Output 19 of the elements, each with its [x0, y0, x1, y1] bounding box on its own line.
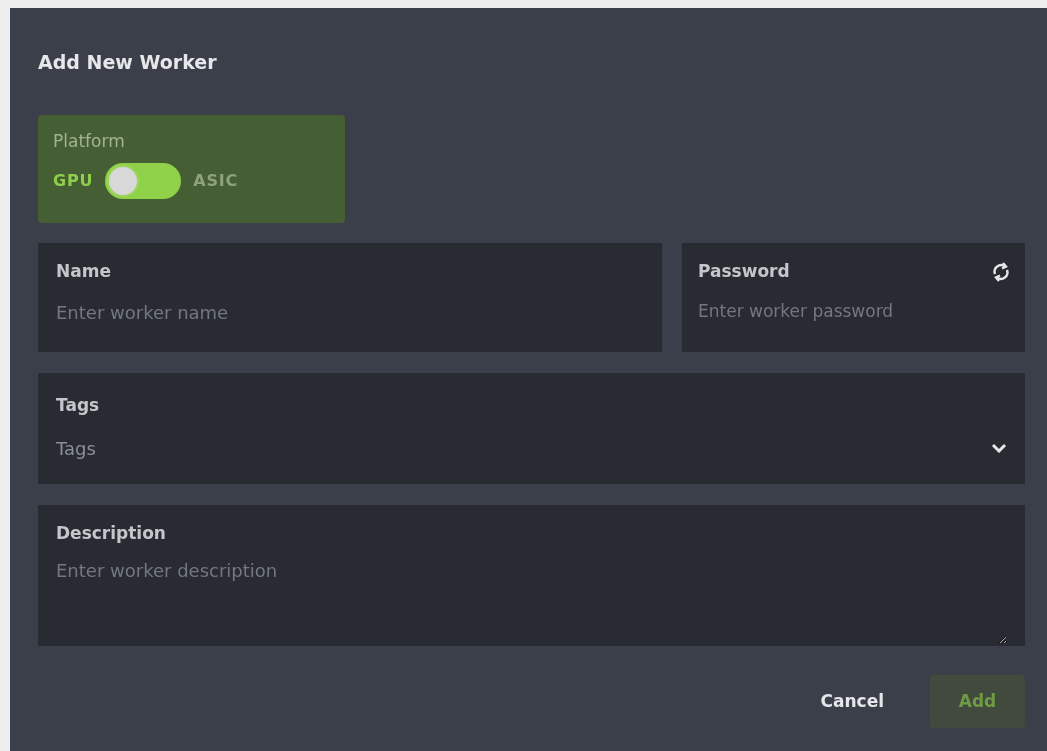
field-label: Description [56, 522, 167, 545]
password-field[interactable]: Password Enter worker password [682, 243, 1025, 352]
description-input[interactable]: Enter worker description [56, 556, 1007, 644]
dialog-title: Add New Worker [38, 50, 218, 75]
chevron-down-icon[interactable] [991, 443, 1007, 453]
tags-field[interactable]: Tags Tags [38, 373, 1025, 484]
tags-placeholder: Tags [56, 436, 96, 461]
field-label: Tags [56, 394, 101, 417]
description-field[interactable]: Description Enter worker description [38, 505, 1025, 646]
field-label: Password [698, 260, 790, 283]
name-input[interactable]: Enter worker name [56, 298, 644, 326]
refresh-icon[interactable] [991, 260, 1011, 283]
platform-toggle[interactable] [105, 162, 182, 199]
password-input[interactable]: Enter worker password [698, 298, 1011, 324]
field-label: Name [56, 260, 112, 283]
platform-label: Platform [53, 130, 126, 153]
cancel-button[interactable]: Cancel [820, 688, 884, 715]
name-field[interactable]: Name Enter worker name [38, 243, 662, 352]
option-label[interactable]: GPU [53, 168, 94, 193]
